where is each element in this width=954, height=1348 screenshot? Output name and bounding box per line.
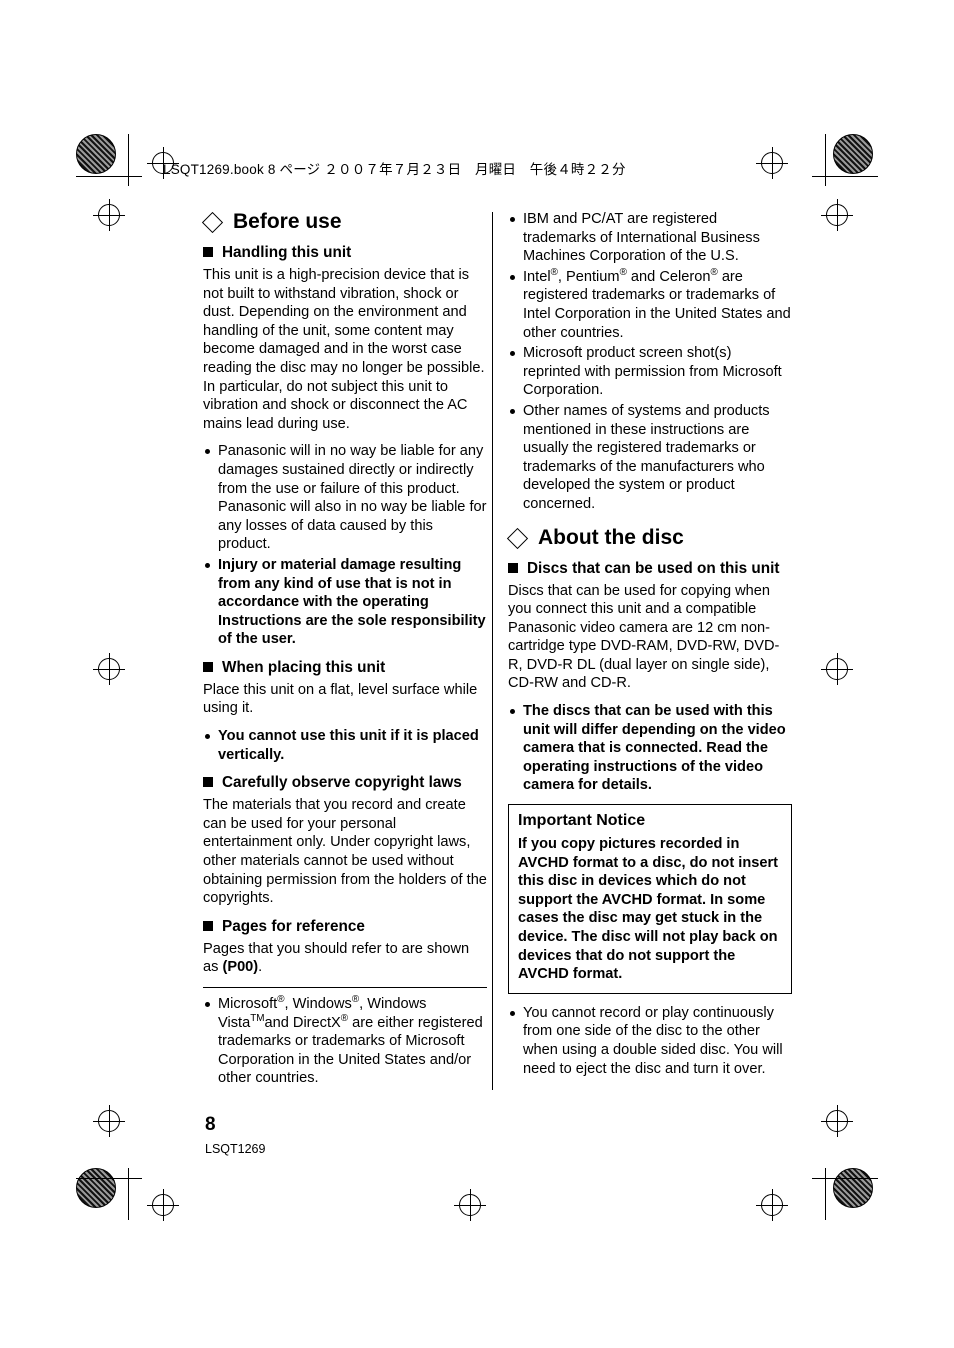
- section-heading-discs-that-can-be-used: Discs that can be used on this unit: [508, 559, 792, 578]
- square-bullet-icon: [203, 777, 213, 788]
- chapter-title-about-the-disc: About the disc: [506, 525, 792, 550]
- registered-mark: ®: [710, 266, 718, 278]
- page-content: Before use Handling this unit This unit …: [0, 0, 954, 1348]
- section-heading-copyright-laws: Carefully observe copyright laws: [203, 773, 487, 792]
- list-item: Other names of systems and products ment…: [508, 402, 792, 514]
- list-item: Injury or material damage resulting from…: [203, 556, 487, 649]
- chapter-title-before-use: Before use: [201, 210, 487, 234]
- bullet-list-discs: The discs that can be used with this uni…: [508, 702, 792, 795]
- bullet-list-trademarks-right: IBM and PC/AT are registered trademarks …: [508, 210, 792, 514]
- registered-mark: ®: [619, 266, 627, 278]
- trademark-tail-text: are either registered trademarks or trad…: [218, 1014, 483, 1087]
- section-heading-pages-for-reference: Pages for reference: [203, 917, 487, 936]
- bullet-list-trademarks-left: Microsoft®, Windows®, Windows VistaTMand…: [203, 995, 487, 1088]
- registered-mark: ®: [550, 266, 558, 278]
- column-divider: [492, 212, 493, 1090]
- square-bullet-icon: [203, 920, 213, 931]
- section-heading-when-placing-this-unit: When placing this unit: [203, 658, 487, 677]
- bullet-list-placing: You cannot use this unit if it is placed…: [203, 727, 487, 764]
- section-paragraph-copyright: The materials that you record and create…: [203, 797, 487, 907]
- section-heading-text: Discs that can be used on this unit: [527, 559, 780, 577]
- document-code: LSQT1269: [205, 1142, 266, 1156]
- list-item: You cannot record or play continuously f…: [508, 1004, 792, 1078]
- trademark-microsoft-text: Microsoft: [218, 996, 278, 1012]
- section-paragraph-pages-reference: Pages that you should refer to are shown…: [203, 940, 487, 977]
- registered-mark: ®: [340, 1012, 349, 1024]
- square-bullet-icon: [203, 661, 213, 672]
- pages-reference-suffix: .: [258, 959, 263, 976]
- section-paragraph-placing: Place this unit on a flat, level surface…: [203, 681, 478, 717]
- list-item: Intel®, Pentium® and Celeron® are regist…: [508, 266, 792, 342]
- left-column: Before use Handling this unit This unit …: [201, 210, 487, 1097]
- section-heading-text: Pages for reference: [222, 917, 365, 935]
- diamond-icon: [201, 211, 224, 234]
- divider-rule: [203, 987, 487, 988]
- list-item: IBM and PC/AT are registered trademarks …: [508, 210, 792, 266]
- diamond-icon: [506, 527, 529, 549]
- section-heading-handling-this-unit: Handling this unit: [203, 243, 487, 262]
- intel-text-b: , Pentium: [557, 268, 620, 285]
- chapter-title-text: Before use: [233, 210, 342, 233]
- list-item: Microsoft product screen shot(s) reprint…: [508, 344, 792, 400]
- list-item: Panasonic will in no way be liable for a…: [203, 442, 487, 554]
- registered-mark: ®: [277, 994, 285, 1006]
- pages-reference-code: (P00): [222, 959, 259, 976]
- bullet-list-final: You cannot record or play continuously f…: [508, 1004, 792, 1078]
- bullet-list-handling: Panasonic will in no way be liable for a…: [203, 442, 487, 649]
- right-column: IBM and PC/AT are registered trademarks …: [506, 210, 792, 1087]
- intel-text-c: and Celeron: [626, 268, 711, 285]
- intel-text-a: Intel: [523, 268, 551, 285]
- trademark-mark: TM: [250, 1012, 265, 1024]
- section-paragraph-handling: This unit is a high-precision device tha…: [203, 267, 485, 432]
- chapter-title-text: About the disc: [538, 525, 684, 549]
- list-item: The discs that can be used with this uni…: [508, 702, 792, 795]
- section-paragraph-discs: Discs that can be used for copying when …: [508, 582, 780, 692]
- important-notice-box: Important Notice If you copy pictures re…: [508, 804, 792, 994]
- list-item: You cannot use this unit if it is placed…: [203, 727, 487, 764]
- important-notice-title: Important Notice: [518, 812, 646, 830]
- list-item: Microsoft®, Windows®, Windows VistaTMand…: [203, 995, 487, 1088]
- section-heading-text: Handling this unit: [222, 244, 352, 261]
- section-heading-text: When placing this unit: [222, 658, 386, 676]
- page-number: 8: [205, 1114, 216, 1135]
- trademark-windows-text: , Windows: [284, 996, 352, 1012]
- important-notice-text: If you copy pictures recorded in AVCHD f…: [518, 836, 779, 983]
- trademark-directx-text: and DirectX: [264, 1014, 341, 1031]
- square-bullet-icon: [508, 562, 518, 573]
- section-heading-text: Carefully observe copyright laws: [222, 774, 462, 792]
- square-bullet-icon: [203, 247, 213, 257]
